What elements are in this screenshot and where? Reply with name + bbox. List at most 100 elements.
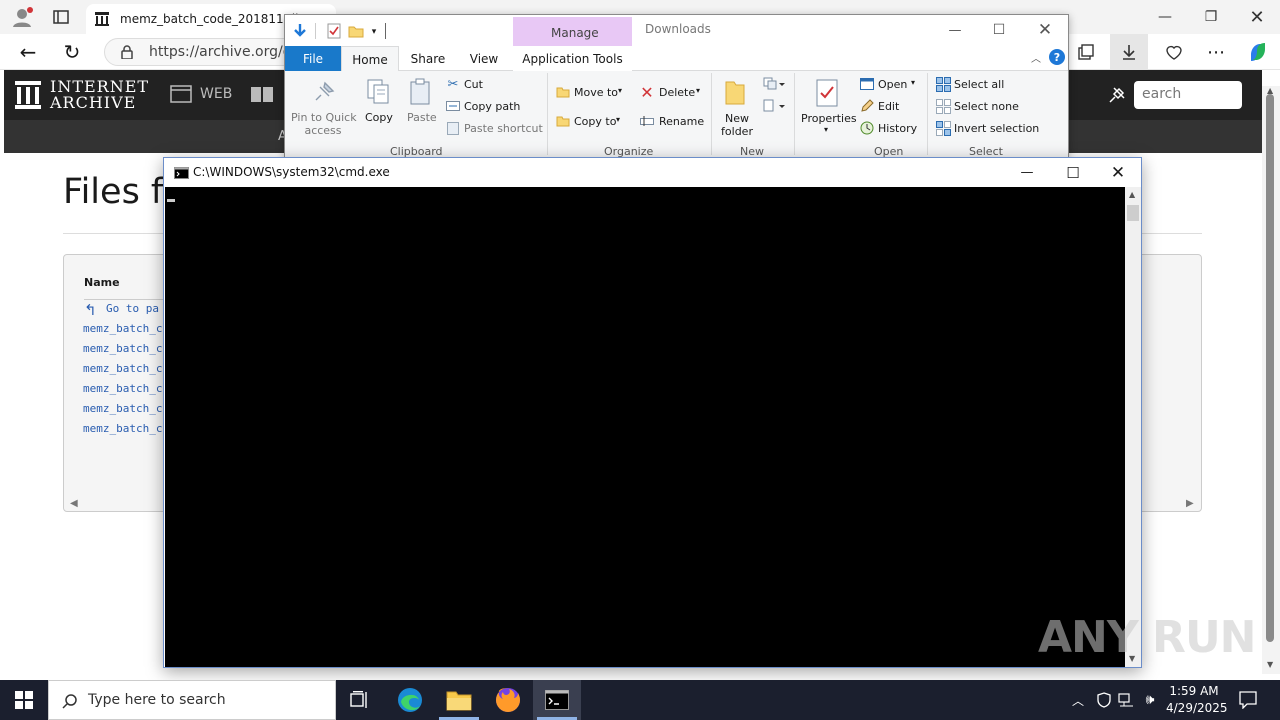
downloads-icon[interactable] — [1110, 34, 1148, 70]
browser-restore-button[interactable]: ❐ — [1188, 0, 1234, 34]
refresh-icon[interactable]: ↻ — [58, 38, 86, 66]
taskbar-clock[interactable]: 1:59 AM 4/29/2025 — [1166, 683, 1228, 717]
tab-file[interactable]: File — [285, 46, 341, 71]
edge-taskbar-icon[interactable] — [386, 680, 434, 720]
file-link[interactable]: memz_batch_c — [83, 402, 162, 415]
hscroll-left-icon[interactable]: ◀ — [70, 498, 78, 509]
properties-dropdown-icon[interactable]: ▾ — [824, 125, 828, 134]
start-button[interactable] — [0, 680, 48, 720]
network-icon[interactable] — [1116, 690, 1136, 710]
column-name-header[interactable]: Name — [84, 276, 120, 289]
profile-avatar[interactable] — [8, 4, 36, 30]
browser-close-button[interactable]: ✕ — [1234, 0, 1280, 34]
tab-application-tools[interactable]: Application Tools — [513, 46, 632, 71]
properties-qat-icon[interactable] — [325, 22, 343, 40]
tab-view[interactable]: View — [461, 46, 507, 71]
explorer-maximize-button[interactable]: ☐ — [977, 17, 1021, 43]
address-bar[interactable]: https://archive.org/do — [104, 38, 304, 66]
manage-contextual-tab[interactable]: Manage — [513, 17, 632, 46]
cmd-close-button[interactable]: ✕ — [1095, 158, 1141, 187]
scroll-down-icon[interactable]: ▼ — [1267, 660, 1273, 669]
show-hidden-icons-icon[interactable]: ︿ — [1068, 690, 1088, 710]
tab-home[interactable]: Home — [341, 46, 399, 72]
archive-favicon-icon — [94, 11, 110, 27]
new-folder-qat-icon[interactable] — [347, 22, 365, 40]
go-to-parent-link[interactable]: Go to pa — [106, 302, 159, 315]
file-link[interactable]: memz_batch_c — [83, 322, 162, 335]
cmd-scroll-up-icon[interactable]: ▲ — [1129, 190, 1135, 199]
browser-essentials-icon[interactable] — [1160, 38, 1188, 66]
customize-qat-icon[interactable]: ▾ — [367, 23, 381, 41]
hscroll-right-icon[interactable]: ▶ — [1186, 498, 1194, 509]
scrollbar-thumb[interactable] — [1266, 94, 1274, 642]
cmd-window: C:\WINDOWS\system32\cmd.exe — ☐ ✕ ▲ ▼ — [163, 157, 1142, 668]
invert-selection-button[interactable]: Invert selection — [954, 122, 1039, 135]
more-menu-icon[interactable]: ⋯ — [1202, 38, 1230, 66]
file-link[interactable]: memz_batch_c — [83, 382, 162, 395]
easy-access-icon[interactable] — [761, 97, 787, 115]
cmd-title: C:\WINDOWS\system32\cmd.exe — [193, 165, 390, 179]
paste-shortcut-button[interactable]: Paste shortcut — [464, 122, 543, 135]
tab-share[interactable]: Share — [405, 46, 451, 71]
new-item-icon[interactable] — [761, 75, 787, 93]
tab-actions-icon[interactable] — [50, 6, 72, 28]
file-link[interactable]: memz_batch_c — [83, 342, 162, 355]
copy-path-button[interactable]: Copy path — [464, 100, 520, 113]
collections-icon[interactable] — [1072, 38, 1100, 66]
new-folder-button[interactable]: New folder — [719, 112, 755, 138]
cmd-scrollbar[interactable]: ▲ ▼ — [1125, 187, 1141, 667]
move-to-dropdown-icon[interactable]: ▾ — [618, 86, 622, 95]
security-tray-icon[interactable] — [1094, 690, 1114, 710]
rename-button[interactable]: Rename — [659, 115, 704, 128]
select-all-button[interactable]: Select all — [954, 78, 1004, 91]
volume-icon[interactable]: 🕪 — [1140, 690, 1160, 710]
file-link[interactable]: memz_batch_c — [83, 422, 162, 435]
page-scrollbar[interactable]: ▲ ▼ — [1262, 86, 1280, 674]
copilot-icon[interactable] — [1244, 38, 1272, 66]
lock-icon — [119, 44, 135, 60]
delete-dropdown-icon[interactable]: ▾ — [696, 86, 700, 95]
cmd-maximize-button[interactable]: ☐ — [1050, 158, 1096, 187]
parent-arrow-icon[interactable]: ↰ — [84, 301, 97, 319]
notifications-icon[interactable] — [1236, 688, 1260, 712]
help-icon[interactable]: ? — [1049, 49, 1065, 65]
edit-button[interactable]: Edit — [878, 100, 899, 113]
cmd-console[interactable] — [165, 187, 1125, 667]
properties-button[interactable]: Properties — [801, 112, 857, 125]
move-to-button[interactable]: Move to — [574, 86, 618, 99]
quick-access-down-icon[interactable] — [291, 22, 309, 40]
title-cursor — [385, 23, 386, 39]
history-button[interactable]: History — [878, 122, 917, 135]
cmd-scroll-thumb[interactable] — [1127, 205, 1139, 221]
delete-button[interactable]: Delete — [659, 86, 695, 99]
file-explorer-taskbar-icon[interactable] — [435, 680, 483, 720]
select-none-button[interactable]: Select none — [954, 100, 1019, 113]
open-dropdown-icon[interactable]: ▾ — [911, 78, 915, 87]
firefox-taskbar-icon[interactable] — [484, 680, 532, 720]
paste-button[interactable]: Paste — [407, 111, 437, 124]
cmd-taskbar-icon[interactable] — [533, 680, 581, 720]
archive-search-input[interactable]: earch — [1134, 81, 1242, 109]
select-none-icon — [935, 98, 951, 114]
taskbar-search-box[interactable]: Type here to search — [48, 680, 336, 720]
copy-to-button[interactable]: Copy to — [574, 115, 616, 128]
browser-minimize-button[interactable]: — — [1142, 0, 1188, 34]
nav-web-label[interactable]: WEB — [200, 86, 232, 102]
explorer-minimize-button[interactable]: — — [933, 17, 977, 43]
copy-button[interactable]: Copy — [365, 111, 393, 124]
task-view-icon[interactable] — [336, 680, 384, 720]
ribbon-collapse-icon[interactable]: ︿ — [1029, 50, 1043, 65]
open-button[interactable]: Open — [878, 78, 907, 91]
cut-button[interactable]: Cut — [464, 78, 483, 91]
texts-icon[interactable] — [250, 84, 274, 104]
archive-logo-text[interactable]: INTERNET ARCHIVE — [50, 79, 149, 111]
explorer-close-button[interactable]: ✕ — [1023, 17, 1067, 43]
archive-logo-icon[interactable] — [14, 80, 42, 110]
web-icon[interactable] — [170, 84, 192, 104]
upload-pin-icon[interactable] — [1102, 80, 1132, 110]
copy-to-dropdown-icon[interactable]: ▾ — [616, 115, 620, 124]
pin-quick-access-button[interactable]: Pin to Quick access — [291, 111, 357, 137]
back-icon[interactable]: ← — [14, 38, 42, 66]
cmd-minimize-button[interactable]: — — [1004, 158, 1050, 187]
file-link[interactable]: memz_batch_c — [83, 362, 162, 375]
